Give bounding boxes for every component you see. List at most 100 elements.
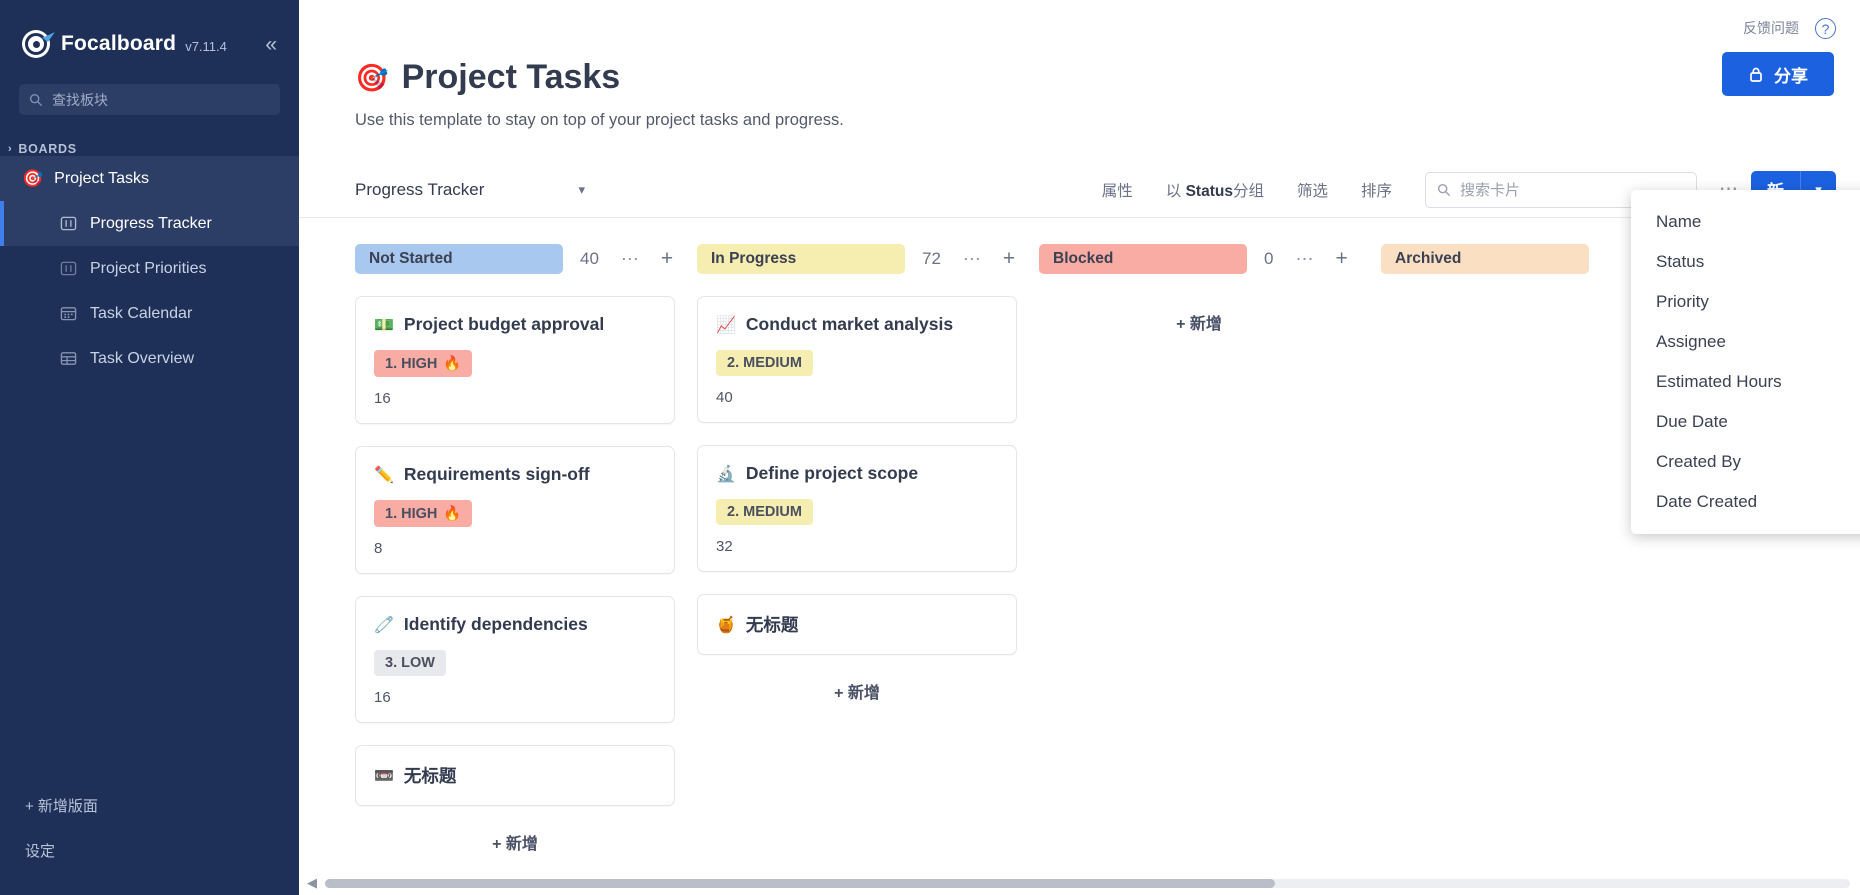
- chevron-down-icon: ▾: [578, 181, 585, 197]
- kanban-card[interactable]: 🔬 Define project scope 2. MEDIUM 32: [697, 445, 1017, 572]
- menu-item-date-created[interactable]: Date Created: [1631, 482, 1860, 522]
- sidebar-item-label: Project Priorities: [90, 259, 207, 277]
- add-card-button[interactable]: + 新增: [697, 679, 1017, 703]
- fire-icon: 🔥: [443, 506, 462, 522]
- page-title: 🎯 Project Tasks: [355, 58, 1860, 97]
- kanban-column-in-progress: In Progress 72 ⋯ + 📈 Conduct market analy…: [697, 244, 1017, 858]
- estimated-hours-value: 16: [374, 689, 391, 706]
- table-view-icon: [58, 350, 78, 367]
- kanban-card[interactable]: 🍯 无标题: [697, 594, 1017, 655]
- status-badge[interactable]: Archived: [1381, 244, 1589, 274]
- page-header: 🎯 Project Tasks Use this template to sta…: [299, 48, 1860, 130]
- add-card-button[interactable]: + 新增: [355, 830, 675, 854]
- chevrons-left-icon[interactable]: «: [265, 34, 277, 55]
- chevron-left-icon[interactable]: ◀: [299, 875, 325, 891]
- filter-button[interactable]: 筛选: [1297, 179, 1328, 201]
- column-header: Not Started 40 ⋯ +: [355, 244, 675, 274]
- view-selector[interactable]: Progress Tracker ▾: [355, 180, 585, 200]
- status-badge[interactable]: Not Started: [355, 244, 563, 274]
- column-count: 40: [580, 249, 599, 268]
- horizontal-scrollbar[interactable]: ◀: [299, 871, 1860, 895]
- add-card-icon[interactable]: +: [661, 247, 673, 271]
- scrollbar-thumb[interactable]: [325, 878, 1275, 888]
- kanban-card[interactable]: 💵 Project budget approval 1. HIGH 🔥 16: [355, 296, 675, 424]
- menu-item-created-by[interactable]: Created By: [1631, 442, 1860, 482]
- honey-pot-icon: 🍯: [716, 616, 736, 634]
- properties-dropdown-menu: Name Status Priority Assignee Estimated …: [1631, 190, 1860, 534]
- page-description[interactable]: Use this template to stay on top of your…: [355, 111, 1860, 130]
- share-button-label: 分享: [1774, 66, 1808, 86]
- status-badge[interactable]: Blocked: [1039, 244, 1247, 274]
- menu-item-assignee[interactable]: Assignee: [1631, 322, 1860, 362]
- settings-button[interactable]: 设定: [25, 828, 299, 873]
- kanban-column-not-started: Not Started 40 ⋯ + 💵 Project budget appro…: [355, 244, 675, 858]
- ellipsis-icon[interactable]: ⋯: [1295, 249, 1314, 270]
- sidebar-item-task-overview[interactable]: Task Overview: [0, 336, 299, 381]
- menu-item-priority[interactable]: Priority: [1631, 282, 1860, 322]
- menu-item-status[interactable]: Status: [1631, 242, 1860, 282]
- card-title: 无标题: [745, 615, 799, 635]
- group-by-suffix: 分组: [1232, 182, 1264, 200]
- add-board-button[interactable]: + 新增版面: [25, 783, 299, 828]
- page-title-text[interactable]: Project Tasks: [402, 58, 621, 97]
- sidebar-item-label: Task Calendar: [90, 304, 193, 322]
- sidebar-board-project-tasks[interactable]: 🎯 Project Tasks: [0, 156, 299, 201]
- scrollbar-track[interactable]: [325, 878, 1850, 888]
- chevron-right-icon: ›: [8, 143, 13, 155]
- boards-section-header[interactable]: › BOARDS: [8, 142, 299, 156]
- board-search-input[interactable]: 查找板块: [19, 84, 280, 115]
- sidebar-item-task-calendar[interactable]: Task Calendar: [0, 291, 299, 336]
- paperclip-icon: 🧷: [374, 616, 394, 634]
- priority-badge-label: 1. HIGH: [385, 505, 438, 522]
- videocassette-icon: 📼: [374, 767, 394, 785]
- card-title: Define project scope: [745, 463, 919, 483]
- card-title: Requirements sign-off: [403, 464, 590, 484]
- kanban-card[interactable]: ✏️ Requirements sign-off 1. HIGH 🔥 8: [355, 446, 675, 574]
- kanban-card[interactable]: 📼 无标题: [355, 745, 675, 806]
- sidebar-board-label: Project Tasks: [54, 169, 150, 187]
- sort-button[interactable]: 排序: [1361, 179, 1392, 201]
- properties-button[interactable]: 属性: [1102, 179, 1133, 201]
- sidebar-item-progress-tracker[interactable]: Progress Tracker: [0, 201, 299, 246]
- priority-badge-label: 1. HIGH: [385, 355, 438, 372]
- board-view-icon: [58, 215, 78, 232]
- calendar-view-icon: [58, 305, 78, 322]
- column-count: 72: [922, 249, 941, 268]
- priority-badge: 2. MEDIUM: [716, 499, 813, 525]
- add-card-icon[interactable]: +: [1335, 247, 1347, 271]
- estimated-hours-value: 32: [716, 538, 733, 555]
- sidebar-item-label: Progress Tracker: [90, 214, 212, 232]
- priority-badge-label: 2. MEDIUM: [727, 504, 802, 520]
- priority-badge: 2. MEDIUM: [716, 350, 813, 376]
- card-title: Project budget approval: [403, 314, 605, 334]
- chart-increasing-icon: 📈: [716, 316, 736, 334]
- menu-item-name[interactable]: Name: [1631, 202, 1860, 242]
- lock-icon: [1750, 67, 1762, 82]
- ellipsis-icon[interactable]: ⋯: [621, 249, 640, 270]
- card-title: Identify dependencies: [403, 614, 588, 634]
- ellipsis-icon[interactable]: ⋯: [963, 249, 982, 270]
- estimated-hours-value: 16: [374, 390, 391, 407]
- card-title: Conduct market analysis: [745, 314, 954, 334]
- add-card-icon[interactable]: +: [1003, 247, 1015, 271]
- menu-item-due-date[interactable]: Due Date: [1631, 402, 1860, 442]
- question-mark-icon[interactable]: ?: [1815, 18, 1836, 39]
- kanban-card[interactable]: 🧷 Identify dependencies 3. LOW 16: [355, 596, 675, 723]
- kanban-card[interactable]: 📈 Conduct market analysis 2. MEDIUM 40: [697, 296, 1017, 423]
- focalboard-app: Focalboard v7.11.4 « 查找板块 › BOARDS 🎯 Pro…: [0, 0, 1860, 895]
- main-content: 反馈问题 ? 分享 🎯 Project Tasks Use this templ…: [299, 0, 1860, 895]
- fire-icon: 🔥: [443, 356, 462, 372]
- estimated-hours-value: 8: [374, 540, 383, 557]
- menu-item-estimated-hours[interactable]: Estimated Hours: [1631, 362, 1860, 402]
- top-bar: 反馈问题 ?: [299, 0, 1860, 48]
- add-card-button[interactable]: + 新增: [1039, 310, 1359, 334]
- feedback-link[interactable]: 反馈问题: [1743, 18, 1799, 38]
- share-button[interactable]: 分享: [1722, 52, 1834, 96]
- group-by-button[interactable]: 以 Status分组: [1166, 179, 1264, 201]
- status-badge[interactable]: In Progress: [697, 244, 905, 274]
- sidebar-item-project-priorities[interactable]: Project Priorities: [0, 246, 299, 291]
- sidebar-header: Focalboard v7.11.4 «: [0, 0, 299, 58]
- board-view-icon: [58, 260, 78, 277]
- microscope-icon: 🔬: [716, 465, 736, 483]
- kanban-column-blocked: Blocked 0 ⋯ + + 新增: [1039, 244, 1359, 858]
